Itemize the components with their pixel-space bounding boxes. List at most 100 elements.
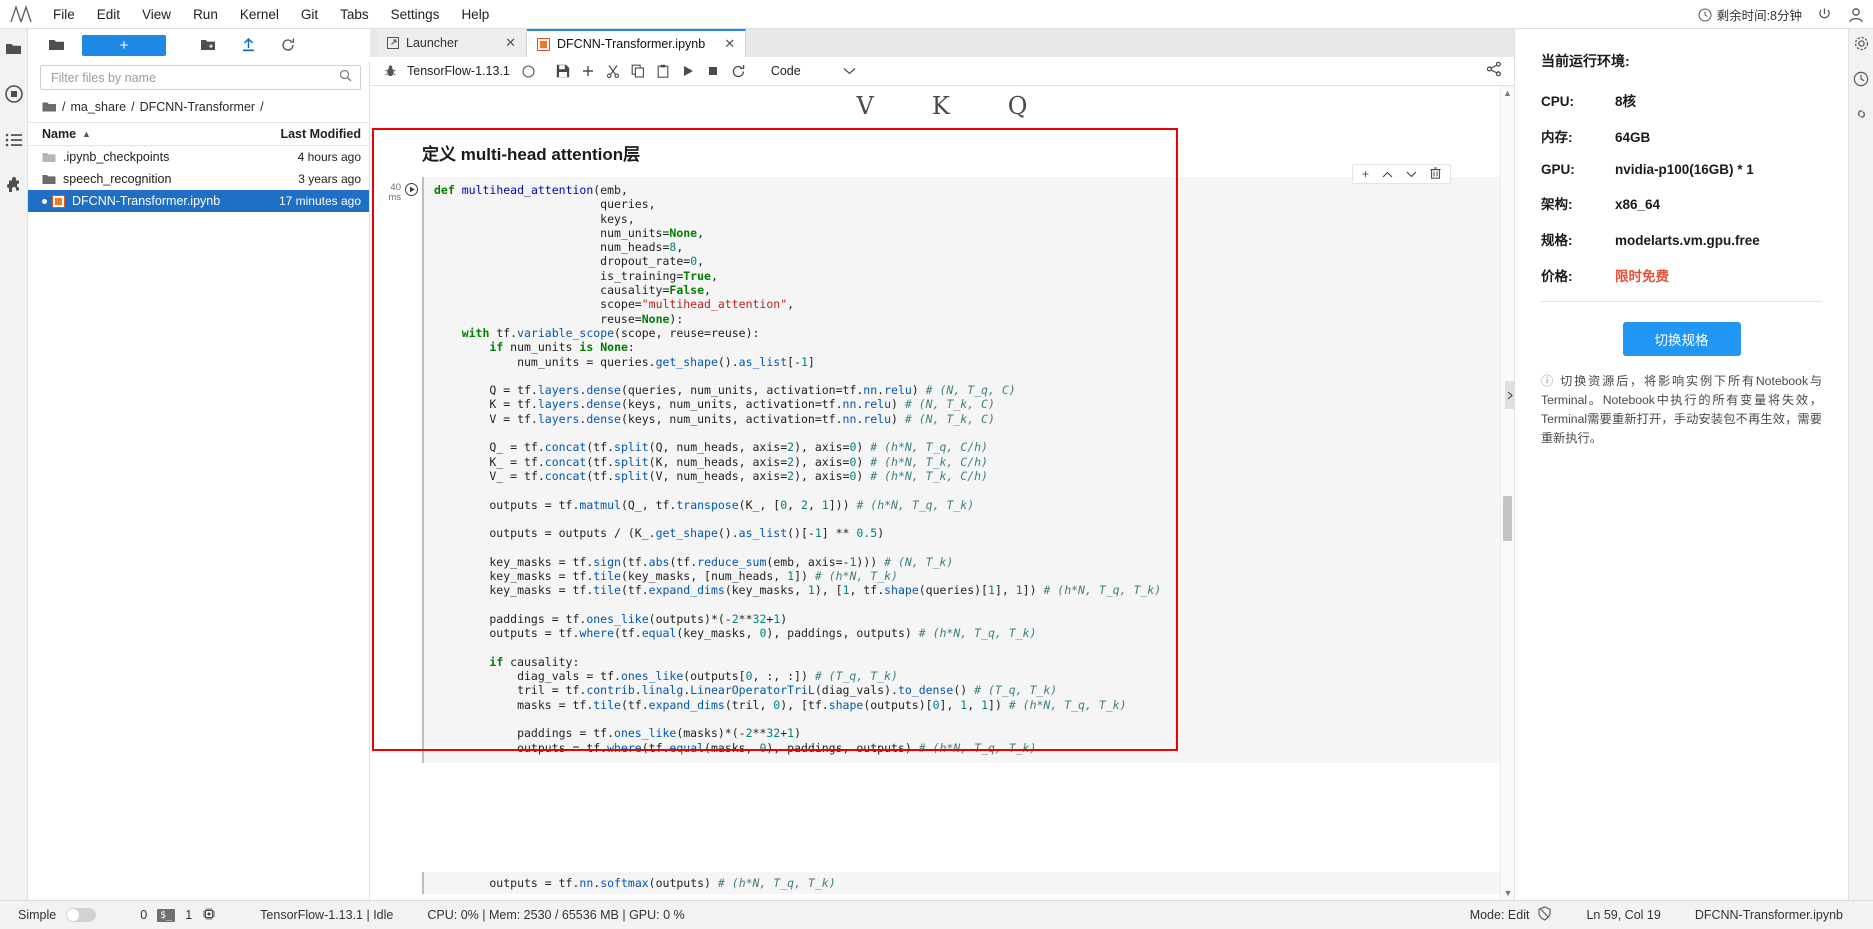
column-header-name-label: Name: [42, 127, 76, 141]
breadcrumb-dfcnn-transformer[interactable]: DFCNN-Transformer: [140, 100, 256, 114]
filebrowser-toolbar: +: [28, 29, 370, 61]
code-cell[interactable]: +: [370, 177, 1514, 763]
previous-cell-partial: V K Q: [370, 86, 1514, 128]
spec-row-cpu: CPU: 8核: [1541, 90, 1822, 110]
cut-icon: [606, 64, 620, 78]
cell-gutter: 40ms: [370, 177, 422, 763]
kernel-status-text[interactable]: TensorFlow-1.13.1 | Idle: [260, 908, 393, 922]
play-circle-icon[interactable]: [405, 183, 418, 199]
list-item-selected[interactable]: DFCNN-Transformer.ipynb 17 minutes ago: [28, 190, 369, 212]
chevron-down-icon[interactable]: ▼: [1501, 886, 1514, 900]
column-header-last-modified[interactable]: Last Modified: [249, 127, 361, 141]
refresh-icon: [280, 37, 296, 53]
spec-value-cpu: 8核: [1615, 90, 1636, 110]
power-icon[interactable]: [1816, 6, 1833, 23]
top-right-controls: 剩余时间:8分钟: [1698, 0, 1865, 29]
simple-mode-toggle[interactable]: [66, 908, 96, 922]
add-cell-icon[interactable]: +: [1362, 167, 1369, 181]
sidebar-item-settings[interactable]: [1853, 35, 1870, 57]
tab-notebook[interactable]: DFCNN-Transformer.ipynb ✕: [527, 29, 746, 57]
list-item-label: DFCNN-Transformer.ipynb: [72, 194, 220, 208]
sidebar-item-commands[interactable]: [1, 125, 27, 155]
no-connection-icon[interactable]: [1537, 906, 1552, 924]
notebook-scrollbar[interactable]: ▲ ▼: [1500, 86, 1514, 900]
code-editor[interactable]: def multihead_attention(emb, queries, ke…: [422, 177, 1514, 763]
menu-item-edit[interactable]: Edit: [86, 3, 131, 26]
folder-icon: [5, 41, 22, 56]
column-header-name[interactable]: Name ▲: [42, 127, 249, 141]
filebrowser-root-button[interactable]: [36, 31, 76, 59]
menu-item-file[interactable]: File: [42, 3, 86, 26]
kernel-status-indicator: [516, 59, 541, 84]
switch-flavor-button[interactable]: 切换规格: [1623, 322, 1741, 356]
search-input[interactable]: [49, 70, 339, 86]
menu-item-run[interactable]: Run: [182, 3, 229, 26]
menu-item-tabs[interactable]: Tabs: [329, 3, 380, 26]
close-icon[interactable]: ✕: [493, 35, 516, 51]
new-folder-button[interactable]: [188, 31, 228, 59]
sidebar-item-running[interactable]: [1, 79, 27, 109]
chevron-up-icon[interactable]: ▲: [1501, 86, 1514, 100]
folder-icon[interactable]: [42, 101, 57, 113]
sidebar-item-link[interactable]: [1853, 106, 1870, 127]
cell-toolbar: +: [1352, 164, 1451, 184]
code-trailing-line[interactable]: outputs = tf.nn.softmax(outputs) # (h*N,…: [422, 872, 1500, 894]
delete-cell-icon[interactable]: [1430, 167, 1441, 182]
tab-launcher[interactable]: Launcher ✕: [377, 29, 527, 57]
share-button[interactable]: [1486, 61, 1502, 82]
markdown-cell-heading[interactable]: 定义 multi-head attention层: [370, 128, 1514, 175]
file-browser: / ma_share / DFCNN-Transformer / Name ▲ …: [28, 61, 370, 900]
breadcrumb-root[interactable]: /: [62, 100, 65, 114]
kernel-count: 1: [185, 908, 192, 922]
environment-panel: 当前运行环境: CPU: 8核 内存: 64GB GPU: nvidia-p10…: [1514, 29, 1848, 900]
kernel-chip-icon[interactable]: [202, 907, 216, 924]
user-icon[interactable]: [1847, 6, 1865, 24]
menu-item-kernel[interactable]: Kernel: [229, 3, 290, 26]
file-list-header: Name ▲ Last Modified: [28, 122, 369, 146]
copy-cells-button[interactable]: [626, 59, 651, 84]
refresh-button[interactable]: [268, 31, 308, 59]
glyph-v: V: [857, 92, 874, 120]
panel-note-text: 切换资源后，将影响实例下所有Notebook与Terminal。Notebook…: [1541, 374, 1822, 445]
spec-value-flavor: modelarts.vm.gpu.free: [1615, 233, 1760, 248]
kernel-name-label[interactable]: TensorFlow-1.13.1: [403, 64, 516, 78]
menu-item-help[interactable]: Help: [450, 3, 500, 26]
move-down-icon[interactable]: [1406, 167, 1417, 181]
extensions-icon: [5, 177, 23, 195]
copy-icon: [631, 64, 645, 78]
settings-gear-icon: [1853, 35, 1870, 52]
tab-notebook-label: DFCNN-Transformer.ipynb: [557, 37, 705, 51]
main-area: Launcher ✕ DFCNN-Transformer.ipynb ✕: [370, 29, 1514, 900]
notebook-scroll-area[interactable]: V K Q 定义 multi-head attention层 +: [370, 86, 1514, 900]
list-item[interactable]: speech_recognition 3 years ago: [28, 168, 369, 190]
spec-value-gpu: nvidia-p100(16GB) * 1: [1615, 162, 1754, 177]
debugger-button[interactable]: [378, 59, 403, 84]
unsaved-dot-icon: [42, 199, 47, 204]
list-item[interactable]: .ipynb_checkpoints 4 hours ago: [28, 146, 369, 168]
restart-kernel-button[interactable]: [726, 59, 751, 84]
menu-item-settings[interactable]: Settings: [380, 3, 451, 26]
sidebar-item-extensions[interactable]: [1, 171, 27, 201]
interrupt-kernel-button[interactable]: [701, 59, 726, 84]
terminal-icon[interactable]: $_: [157, 909, 175, 922]
scrollbar-thumb[interactable]: [1503, 496, 1512, 541]
search-input-wrapper[interactable]: [40, 65, 361, 90]
run-cell-button[interactable]: [676, 59, 701, 84]
breadcrumb-ma-share[interactable]: ma_share: [70, 100, 126, 114]
menu-item-git[interactable]: Git: [290, 3, 329, 26]
save-button[interactable]: [551, 59, 576, 84]
move-up-icon[interactable]: [1382, 167, 1393, 181]
menu-item-view[interactable]: View: [131, 3, 182, 26]
right-panel-collapse-handle[interactable]: [1505, 381, 1514, 409]
paste-cells-button[interactable]: [651, 59, 676, 84]
insert-cell-button[interactable]: [576, 59, 601, 84]
terminal-count: 0: [140, 908, 147, 922]
cut-cells-button[interactable]: [601, 59, 626, 84]
spec-row-price: 价格: 限时免费: [1541, 265, 1822, 285]
new-launcher-button[interactable]: +: [82, 35, 166, 56]
close-icon[interactable]: ✕: [712, 36, 735, 52]
sidebar-item-file-browser[interactable]: [1, 33, 27, 63]
upload-button[interactable]: [228, 31, 268, 59]
cell-type-select[interactable]: Code: [765, 64, 862, 78]
sidebar-item-history[interactable]: [1853, 71, 1869, 92]
